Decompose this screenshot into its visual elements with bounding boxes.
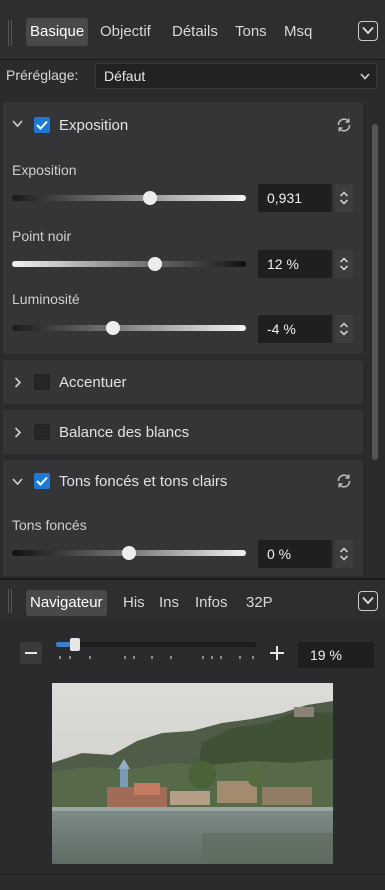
tab-navigateur[interactable]: Navigateur: [26, 590, 107, 616]
zoom-value: 19 %: [310, 647, 342, 663]
shadows-highlights-checkbox[interactable]: [34, 473, 50, 489]
zoom-value-field[interactable]: 19 %: [298, 642, 374, 668]
zoom-out-button[interactable]: [20, 642, 42, 664]
tab-tons[interactable]: Tons: [231, 18, 271, 46]
panel-menu-button[interactable]: [358, 21, 378, 41]
minus-icon: [25, 652, 37, 654]
exposure-value: 0,931: [267, 190, 303, 206]
chevron-right-icon[interactable]: [14, 377, 22, 388]
black-point-value: 12 %: [267, 256, 299, 272]
zoom-slider-knob[interactable]: [70, 638, 80, 651]
preset-row: Préréglage: Défaut: [0, 60, 385, 92]
black-point-value-field[interactable]: 12 %: [258, 250, 332, 278]
stepper-arrows-icon: [339, 322, 349, 336]
navigator-thumbnail[interactable]: [52, 683, 333, 864]
brightness-value-field[interactable]: -4 %: [258, 315, 332, 343]
check-icon: [36, 476, 48, 486]
brightness-label: Luminosité: [12, 291, 80, 307]
preset-value: Défaut: [104, 68, 146, 84]
chevron-down-icon: [362, 26, 374, 35]
tab-msq[interactable]: Msq: [280, 18, 316, 46]
black-point-stepper[interactable]: [335, 250, 353, 278]
exposure-value-field[interactable]: 0,931: [258, 184, 332, 212]
shadows-highlights-header[interactable]: Tons foncés et tons clairs: [3, 460, 363, 506]
shadows-slider[interactable]: [12, 546, 246, 560]
tab-objectif[interactable]: Objectif: [96, 18, 155, 46]
plus-icon: [270, 646, 284, 660]
exposure-slider-knob[interactable]: [143, 191, 158, 205]
landscape-thumbnail-image: [52, 683, 333, 864]
sharpen-section[interactable]: Accentuer: [3, 360, 363, 404]
shadows-stepper[interactable]: [335, 540, 353, 568]
brightness-slider-knob[interactable]: [105, 321, 120, 335]
panel-grip-handle[interactable]: [8, 589, 12, 613]
navigator-menu-button[interactable]: [358, 591, 378, 611]
shadows-value-field[interactable]: 0 %: [258, 540, 332, 568]
preset-label: Préréglage:: [6, 67, 79, 83]
exposure-stepper[interactable]: [335, 184, 353, 212]
preset-dropdown[interactable]: Défaut: [95, 63, 377, 89]
sharpen-checkbox[interactable]: [34, 374, 50, 390]
tab-basique[interactable]: Basique: [26, 18, 89, 46]
exposure-section-header[interactable]: Exposition: [3, 102, 363, 148]
shadows-slider-knob[interactable]: [122, 546, 136, 560]
exposure-section: Exposition Exposition 0,931 Point noir 1…: [3, 102, 363, 354]
exposure-slider[interactable]: [12, 191, 246, 205]
shadows-label: Tons foncés: [12, 517, 87, 533]
zoom-slider[interactable]: [56, 638, 256, 651]
tab-ins[interactable]: Ins: [155, 590, 183, 616]
reset-icon[interactable]: [335, 472, 353, 490]
check-icon: [36, 120, 48, 130]
sharpen-section-title: Accentuer: [59, 374, 127, 391]
tab-32p[interactable]: 32P: [242, 590, 277, 616]
shadows-highlights-section: Tons foncés et tons clairs Tons foncés 0…: [3, 460, 363, 576]
navigator-tab-bar: Navigateur His Ins Infos 32P: [0, 578, 385, 620]
exposure-checkbox[interactable]: [34, 117, 50, 133]
tab-details[interactable]: Détails: [168, 18, 222, 46]
stepper-arrows-icon: [339, 257, 349, 271]
shadows-value: 0 %: [267, 546, 292, 562]
chevron-right-icon[interactable]: [14, 427, 22, 438]
black-point-slider[interactable]: [12, 257, 246, 271]
studio-tab-bar: Basique Objectif Détails Tons Msq: [0, 0, 385, 60]
chevron-down-icon[interactable]: [12, 478, 23, 486]
panel-grip-handle[interactable]: [8, 20, 12, 46]
black-point-slider-knob[interactable]: [147, 257, 162, 271]
navigator-panel: 19 %: [0, 620, 385, 890]
chevron-down-icon[interactable]: [12, 120, 23, 128]
zoom-ticks: [56, 656, 256, 662]
panel-footer-divider: [0, 874, 385, 875]
chevron-down-icon: [360, 73, 370, 80]
brightness-value: -4 %: [267, 321, 296, 337]
reset-icon[interactable]: [335, 116, 353, 134]
shadows-highlights-title: Tons foncés et tons clairs: [59, 473, 228, 490]
white-balance-section[interactable]: Balance des blancs: [3, 410, 363, 454]
zoom-in-button[interactable]: [266, 642, 288, 664]
black-point-label: Point noir: [12, 228, 72, 244]
exposure-section-title: Exposition: [59, 117, 129, 134]
stepper-arrows-icon: [339, 547, 349, 561]
brightness-stepper[interactable]: [335, 315, 353, 343]
tab-his[interactable]: His: [119, 590, 149, 616]
white-balance-section-title: Balance des blancs: [59, 424, 190, 441]
stepper-arrows-icon: [339, 191, 349, 205]
panel-scrollbar[interactable]: [372, 124, 378, 460]
chevron-down-icon: [362, 596, 374, 605]
white-balance-checkbox[interactable]: [34, 424, 50, 440]
brightness-slider[interactable]: [12, 321, 246, 335]
tab-infos[interactable]: Infos: [191, 590, 232, 616]
exposure-label: Exposition: [12, 162, 77, 178]
